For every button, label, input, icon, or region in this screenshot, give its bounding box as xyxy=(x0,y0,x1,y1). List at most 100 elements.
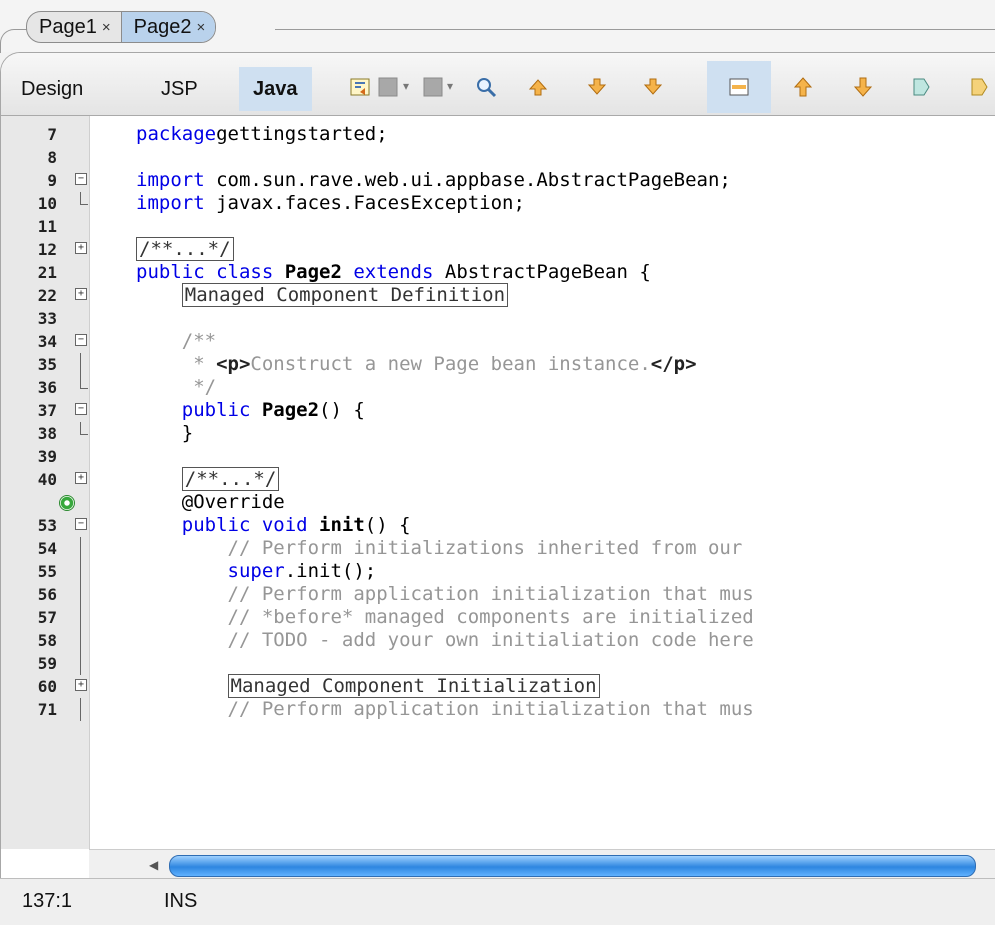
code-line[interactable]: 58 // TODO - add your own initialiation … xyxy=(1,629,995,652)
code-token: Page2 xyxy=(284,261,342,283)
code-line[interactable]: 9 − import com.sun.rave.web.ui.appbase.Abs… xyxy=(1,169,995,192)
code-token: AbstractPageBean { xyxy=(433,261,651,283)
collapse-fold-icon[interactable]: − xyxy=(75,518,87,530)
code-editor: Design JSP Java ▾ ▾ 7 packagegettingstart… xyxy=(0,52,995,879)
line-number: 54 xyxy=(37,539,57,558)
find-icon[interactable] xyxy=(474,75,498,99)
code-text: public class Page2 extends AbstractPageB… xyxy=(136,261,651,284)
collapse-fold-icon[interactable]: − xyxy=(75,173,87,185)
code-line[interactable]: 39 xyxy=(1,445,995,468)
folded-code-block[interactable]: Managed Component Initialization xyxy=(227,674,600,698)
code-line[interactable]: 40 + /**...*/ xyxy=(1,467,995,491)
code-line[interactable]: 22 + Managed Component Definition xyxy=(1,283,995,307)
shift-left-icon[interactable] xyxy=(791,75,815,99)
code-token: init xyxy=(319,514,365,536)
folded-code-block[interactable]: /**...*/ xyxy=(181,467,280,491)
fold-guide xyxy=(80,698,81,721)
line-number: 34 xyxy=(37,332,57,351)
design-view-button[interactable]: Design xyxy=(21,67,83,111)
code-token: * xyxy=(136,353,217,375)
fold-end-marker xyxy=(80,376,88,389)
shift-right-icon[interactable] xyxy=(851,75,875,99)
code-line[interactable]: @Override xyxy=(1,491,995,514)
editor-toolbar: Design JSP Java ▾ ▾ xyxy=(1,53,995,116)
tab-page2[interactable]: Page2 × xyxy=(120,12,216,42)
code-token: () { xyxy=(364,514,411,536)
code-line[interactable]: 54 // Perform initializations inherited … xyxy=(1,537,995,560)
code-line[interactable]: 21 public class Page2 extends AbstractPag… xyxy=(1,261,995,284)
toggle-highlight-icon[interactable] xyxy=(727,75,751,99)
line-number: 10 xyxy=(37,194,57,213)
java-view-button[interactable]: Java xyxy=(239,67,312,111)
code-text: } xyxy=(136,422,193,445)
stop-macro-icon[interactable] xyxy=(967,75,991,99)
scroll-left-arrow-icon[interactable]: ◀ xyxy=(149,858,158,872)
toggle-bookmark-icon[interactable] xyxy=(348,75,372,99)
forward-icon[interactable] xyxy=(421,75,445,99)
code-line[interactable]: 38 } xyxy=(1,422,995,445)
close-icon[interactable]: × xyxy=(102,19,111,36)
code-text: // Perform initializations inherited fro… xyxy=(136,537,743,560)
code-line[interactable]: 53 − public void init() { xyxy=(1,514,995,537)
line-number: 36 xyxy=(37,378,57,397)
code-token: .init(); xyxy=(284,560,377,582)
code-line[interactable]: 71 // Perform application initialization… xyxy=(1,698,995,721)
code-line[interactable]: 33 xyxy=(1,307,995,330)
back-icon[interactable] xyxy=(376,75,400,99)
folded-code-block[interactable]: Managed Component Definition xyxy=(181,283,509,307)
start-macro-icon[interactable] xyxy=(909,75,933,99)
chevron-down-icon[interactable]: ▾ xyxy=(447,79,453,93)
line-number: 9 xyxy=(47,171,57,190)
code-token: gettingstarted; xyxy=(216,123,388,145)
expand-fold-icon[interactable]: + xyxy=(75,472,87,484)
source-code-area[interactable]: 7 packagegettingstarted; 8 9 − import com.sun… xyxy=(1,116,995,849)
next-occurrence-icon[interactable] xyxy=(585,75,609,99)
close-icon[interactable]: × xyxy=(196,19,205,36)
code-line[interactable]: 11 xyxy=(1,215,995,238)
scrollbar-thumb[interactable] xyxy=(169,855,976,877)
override-annotation-icon[interactable] xyxy=(59,495,75,511)
tab-page1[interactable]: Page1 × xyxy=(27,12,121,42)
fold-guide xyxy=(80,560,81,583)
jsp-view-button[interactable]: JSP xyxy=(161,67,198,111)
expand-fold-icon[interactable]: + xyxy=(75,288,87,300)
code-token: import xyxy=(136,169,205,191)
expand-fold-icon[interactable]: + xyxy=(75,679,87,691)
code-line[interactable]: 57 // *before* managed components are in… xyxy=(1,606,995,629)
code-line[interactable]: 34 − /** xyxy=(1,330,995,353)
line-number: 53 xyxy=(37,516,57,535)
code-line[interactable]: 37 − public Page2() { xyxy=(1,399,995,422)
chevron-down-icon[interactable]: ▾ xyxy=(403,79,409,93)
code-line[interactable]: 60 + Managed Component Initialization xyxy=(1,674,995,698)
collapse-fold-icon[interactable]: − xyxy=(75,403,87,415)
status-bar: 137:1 INS xyxy=(0,878,995,925)
code-line[interactable]: 35 * <p>Construct a new Page bean instan… xyxy=(1,353,995,376)
code-token: super xyxy=(136,560,285,582)
code-text: Managed Component Initialization xyxy=(136,674,600,698)
code-line[interactable]: 55 super.init(); xyxy=(1,560,995,583)
code-line[interactable]: 12 + /**...*/ xyxy=(1,237,995,261)
code-text: import javax.faces.FacesException; xyxy=(136,192,525,215)
code-text: // Perform application initialization th… xyxy=(136,698,754,721)
previous-occurrence-icon[interactable] xyxy=(526,75,550,99)
insert-mode-indicator: INS xyxy=(164,890,198,912)
fold-guide xyxy=(80,606,81,629)
line-number: 59 xyxy=(37,654,57,673)
line-number: 71 xyxy=(37,700,57,719)
code-line[interactable]: 7 packagegettingstarted; xyxy=(1,123,995,146)
line-number: 8 xyxy=(47,148,57,167)
code-token: // TODO - add your own initialiation cod… xyxy=(136,629,754,651)
collapse-fold-icon[interactable]: − xyxy=(75,334,87,346)
horizontal-scrollbar[interactable]: ◀ xyxy=(89,849,995,879)
folded-code-block[interactable]: /**...*/ xyxy=(136,237,234,261)
code-line[interactable]: 56 // Perform application initialization… xyxy=(1,583,995,606)
code-line[interactable]: 36 */ xyxy=(1,376,995,399)
code-line[interactable]: 10 import javax.faces.FacesException; xyxy=(1,192,995,215)
code-line[interactable]: 59 xyxy=(1,652,995,675)
code-token: com.sun.rave.web.ui.appbase.AbstractPage… xyxy=(204,169,731,191)
selection-occurrence-icon[interactable] xyxy=(641,75,665,99)
line-number: 38 xyxy=(37,424,57,443)
expand-fold-icon[interactable]: + xyxy=(75,242,87,254)
code-line[interactable]: 8 xyxy=(1,146,995,169)
